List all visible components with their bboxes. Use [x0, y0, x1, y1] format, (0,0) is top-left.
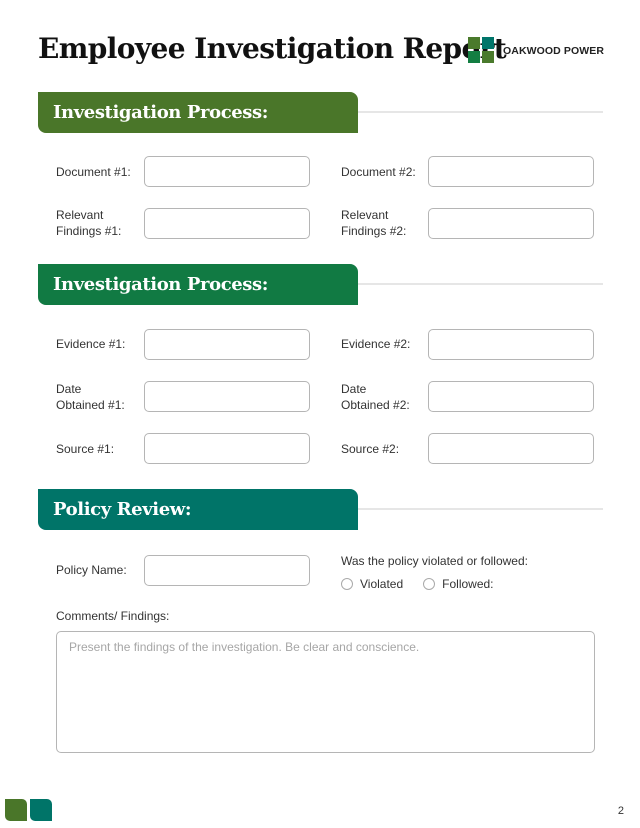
radio-followed-label: Followed: [442, 577, 494, 591]
source-2-input[interactable] [428, 433, 594, 464]
logo-square [482, 51, 494, 63]
evidence-1-label: Evidence #1: [56, 337, 126, 351]
brand-name: OAKWOOD POWER [503, 44, 605, 57]
footer-decoration-right [30, 799, 52, 821]
policy-outcome-radio-group: Violated Followed: [341, 577, 514, 591]
logo-square [468, 37, 480, 49]
source-1-label: Source #1: [56, 442, 115, 456]
radio-violated[interactable]: Violated [341, 577, 403, 591]
comments-label: Comments/ Findings: [56, 609, 170, 623]
date-obtained-1-line2: Obtained #1: [56, 398, 125, 412]
logo-square [468, 51, 480, 63]
document-2-label: Document #2: [341, 165, 416, 179]
evidence-2-label: Evidence #2: [341, 337, 411, 351]
date-obtained-1-line1: Date [56, 382, 82, 396]
source-1-input[interactable] [144, 433, 310, 464]
section-header-policy: Policy Review: [38, 489, 358, 530]
section-header-evidence: Investigation Process: Evidence [38, 264, 358, 336]
evidence-2-input[interactable] [428, 329, 594, 360]
findings-1-label-line1: Relevant [56, 208, 104, 222]
radio-circle-icon[interactable] [423, 578, 436, 590]
date-obtained-2-input[interactable] [428, 381, 594, 412]
comments-textarea[interactable]: Present the findings of the investigatio… [56, 631, 595, 753]
brand: OAKWOOD POWER [468, 37, 604, 64]
radio-violated-label: Violated [360, 577, 404, 591]
logo-square [482, 37, 494, 49]
document-1-label: Document #1: [56, 165, 131, 179]
radio-followed[interactable]: Followed: [423, 577, 494, 591]
evidence-1-input[interactable] [144, 329, 310, 360]
divider [358, 111, 603, 113]
findings-1-input[interactable] [144, 208, 310, 239]
findings-2-label: Relevant Findings #2: [341, 207, 406, 239]
policy-question: Was the policy violated or followed: [341, 554, 528, 568]
section-header-documents: Investigation Process: Documents [38, 92, 358, 164]
policy-name-label: Policy Name: [56, 563, 127, 577]
date-obtained-1-input[interactable] [144, 381, 310, 412]
divider [358, 508, 603, 510]
brand-logo-icon [468, 37, 495, 64]
findings-2-input[interactable] [428, 208, 594, 239]
findings-2-label-line2: Findings #2: [341, 224, 407, 238]
findings-2-label-line1: Relevant [341, 208, 389, 222]
radio-circle-icon[interactable] [341, 578, 353, 590]
date-obtained-2-line2: Obtained #2: [341, 398, 410, 412]
findings-1-label: Relevant Findings #1: [56, 207, 121, 239]
footer-decoration-left [5, 799, 27, 821]
findings-1-label-line2: Findings #1: [56, 224, 122, 238]
document-2-input[interactable] [428, 156, 594, 187]
document-1-input[interactable] [144, 156, 310, 187]
source-2-label: Source #2: [341, 442, 400, 456]
policy-name-input[interactable] [144, 555, 310, 586]
date-obtained-1-label: Date Obtained #1: [56, 381, 125, 413]
date-obtained-2-label: Date Obtained #2: [341, 381, 410, 413]
divider [358, 283, 603, 285]
page-number: 2 [617, 805, 624, 817]
page-title: Employee Investigation Report [38, 32, 507, 65]
date-obtained-2-line1: Date [341, 382, 367, 396]
